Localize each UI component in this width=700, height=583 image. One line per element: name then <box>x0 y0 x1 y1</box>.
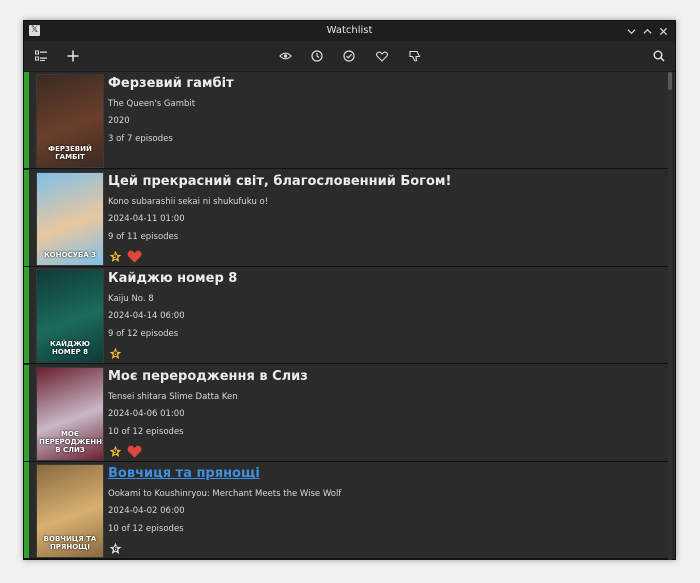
eye-icon <box>278 52 292 60</box>
item-original-title: Kono subarashii sekai ni shukufuku o! <box>108 196 269 207</box>
chevron-up-icon <box>642 28 652 34</box>
maximize-button[interactable] <box>641 21 653 41</box>
filter-favorite-button[interactable] <box>374 48 390 64</box>
rating-value: 9 <box>113 448 118 456</box>
filter-watching-button[interactable] <box>277 48 293 64</box>
clock-icon <box>311 50 323 62</box>
filter-dropped-button[interactable] <box>407 48 423 64</box>
list-item[interactable]: МОЄ ПЕРЕРОДЖЕННЯ В СЛИЗ Моє переродження… <box>24 364 669 462</box>
chevron-down-icon <box>626 28 636 34</box>
list-item[interactable]: КОНОСУБА 3 Цей прекрасний світ, благосло… <box>24 169 669 267</box>
item-original-title: Ookami to Koushinryou: Merchant Meets th… <box>108 489 342 500</box>
item-badges: 6 <box>108 541 123 556</box>
item-date: 2024-04-06 01:00 <box>108 408 185 419</box>
rating-star-icon: 6 <box>108 541 123 556</box>
search-button[interactable] <box>651 48 667 64</box>
filter-completed-button[interactable] <box>341 48 357 64</box>
toolbar <box>24 41 675 72</box>
poster-label: КОНОСУБА 3 <box>43 250 97 259</box>
list-item[interactable]: ВОВЧИЦЯ ТА ПРЯНОЩІ Вовчиця та прянощі Oo… <box>24 462 669 560</box>
item-title[interactable]: Моє переродження в Слиз <box>108 369 308 384</box>
thumbs-down-icon <box>409 50 421 62</box>
rating-value: 9 <box>113 253 118 261</box>
list-item[interactable]: ФЕРЗЕВИЙ ГАМБІТ Ферзевий гамбіт The Quee… <box>24 72 669 169</box>
status-indicator <box>24 462 29 559</box>
check-circle-icon <box>343 50 355 62</box>
app-icon: 𝕏 <box>29 25 40 36</box>
list-item[interactable]: КАЙДЖЮ НОМЕР 8 Кайджю номер 8 Kaiju No. … <box>24 267 669 365</box>
window-title: Watchlist <box>326 25 373 36</box>
add-button[interactable] <box>65 48 81 64</box>
poster-image: ФЕРЗЕВИЙ ГАМБІТ <box>36 74 104 168</box>
search-icon <box>653 50 665 62</box>
item-date: 2020 <box>108 116 130 126</box>
close-icon <box>659 27 667 35</box>
item-episodes: 3 of 7 episodes <box>108 134 173 144</box>
watchlist[interactable]: ФЕРЗЕВИЙ ГАМБІТ Ферзевий гамбіт The Quee… <box>24 72 675 560</box>
poster-label: КАЙДЖЮ НОМЕР 8 <box>49 340 91 357</box>
poster-image: ВОВЧИЦЯ ТА ПРЯНОЩІ <box>36 464 104 559</box>
item-original-title: Tensei shitara Slime Datta Ken <box>108 391 238 402</box>
item-badges: 8 <box>108 346 123 361</box>
status-indicator <box>24 364 29 461</box>
poster-label: ФЕРЗЕВИЙ ГАМБІТ <box>48 145 92 161</box>
list-view-button[interactable] <box>33 48 49 64</box>
item-original-title: Kaiju No. 8 <box>108 294 154 305</box>
scrollbar[interactable] <box>668 72 672 560</box>
poster-image: КАЙДЖЮ НОМЕР 8 <box>36 269 104 364</box>
status-indicator <box>24 267 29 364</box>
item-title[interactable]: Цей прекрасний світ, благословенний Бого… <box>108 174 451 189</box>
poster-label: МОЄ ПЕРЕРОДЖЕННЯ В СЛИЗ <box>39 429 104 454</box>
poster-image: МОЄ ПЕРЕРОДЖЕННЯ В СЛИЗ <box>36 366 104 461</box>
favorite-heart-icon <box>127 249 142 264</box>
item-date: 2024-04-11 01:00 <box>108 213 185 224</box>
watchlist-window: 𝕏 Watchlist ФЕРЗЕВИЙ ГАМБІТ Ферзевий гам… <box>23 20 676 560</box>
item-title[interactable]: Ферзевий гамбіт <box>108 76 234 91</box>
status-indicator <box>24 169 29 266</box>
rating-value: 8 <box>113 351 118 359</box>
filter-planned-button[interactable] <box>309 48 325 64</box>
item-title[interactable]: Вовчиця та прянощі <box>108 466 260 481</box>
item-original-title: The Queen's Gambit <box>108 99 196 109</box>
heart-icon <box>376 50 388 62</box>
status-indicator <box>24 72 29 168</box>
list-icon <box>34 50 47 61</box>
scrollbar-thumb[interactable] <box>668 72 672 90</box>
title-bar[interactable]: 𝕏 Watchlist <box>24 21 675 41</box>
item-badges: 9 <box>108 443 142 459</box>
item-episodes: 10 of 12 episodes <box>108 524 184 535</box>
item-title[interactable]: Кайджю номер 8 <box>108 271 237 286</box>
rating-star-icon: 9 <box>108 443 123 459</box>
poster-image: КОНОСУБА 3 <box>36 171 104 266</box>
close-button[interactable] <box>657 21 669 41</box>
poster-label: ВОВЧИЦЯ ТА ПРЯНОЩІ <box>43 535 97 552</box>
rating-star-icon: 9 <box>108 248 123 264</box>
item-date: 2024-04-02 06:00 <box>108 506 185 517</box>
item-badges: 9 <box>108 248 142 264</box>
item-episodes: 9 of 12 episodes <box>108 329 179 340</box>
rating-value: 6 <box>113 546 118 554</box>
item-episodes: 10 of 12 episodes <box>108 426 184 437</box>
minimize-button[interactable] <box>625 21 637 41</box>
favorite-heart-icon <box>127 444 142 459</box>
item-date: 2024-04-14 06:00 <box>108 311 185 322</box>
item-episodes: 9 of 11 episodes <box>108 231 179 242</box>
rating-star-icon: 8 <box>108 346 123 361</box>
plus-icon <box>67 50 79 62</box>
